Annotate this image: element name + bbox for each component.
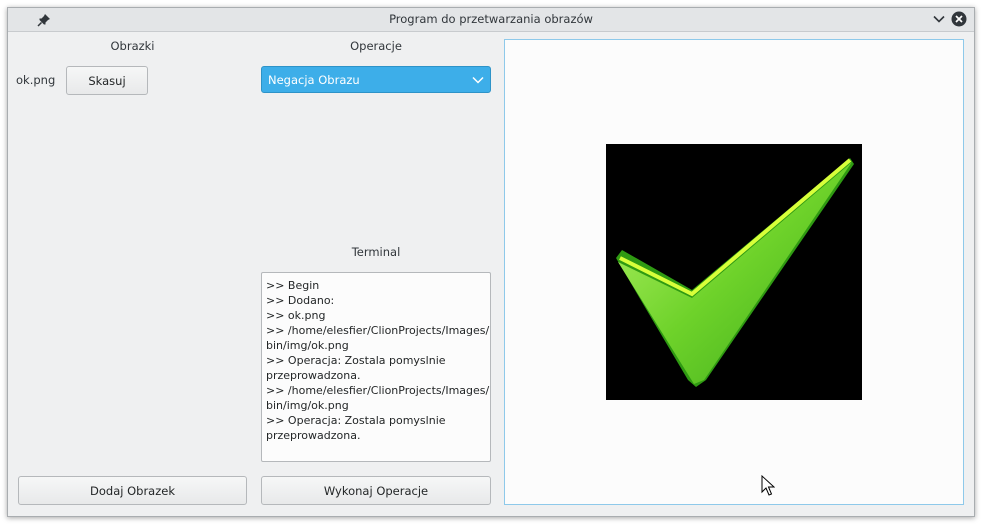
terminal-output[interactable]: >> Begin >> Dodano: >> ok.png >> /home/e… [261,272,491,462]
operations-heading: Operacje [350,39,402,53]
terminal-line: >> ok.png [266,309,326,322]
operation-select-value: Negacja Obrazu [268,73,360,87]
mouse-cursor-icon [761,475,775,496]
terminal-line: >> /home/elesfier/ClionProjects/Images/ [266,384,490,397]
terminal-heading: Terminal [351,245,401,259]
terminal-line: >> Dodano: [266,294,335,307]
terminal-line: >> Operacja: Zostala pomyslnie [266,414,446,427]
delete-image-button[interactable]: Skasuj [66,66,148,95]
operation-select[interactable]: Negacja Obrazu [261,66,491,93]
terminal-line: przeprowadzona. [266,429,361,442]
main-window: Program do przetwarzania obrazów Obrazki… [7,7,975,517]
images-heading: Obrazki [110,39,155,53]
title-bar[interactable]: Program do przetwarzania obrazów [8,8,974,32]
terminal-line: bin/img/ok.png [266,399,349,412]
execute-operation-button[interactable]: Wykonaj Operacje [261,476,491,505]
terminal-line: przeprowadzona. [266,369,361,382]
terminal-line: >> Operacja: Zostala pomyslnie [266,354,446,367]
minimize-icon[interactable] [932,12,946,26]
green-checkmark-icon [616,158,854,387]
terminal-line: bin/img/ok.png [266,339,349,352]
add-image-button[interactable]: Dodaj Obrazek [18,476,247,505]
window-title: Program do przetwarzania obrazów [389,12,593,26]
terminal-line: >> /home/elesfier/ClionProjects/Images/ [266,324,490,337]
image-filename: ok.png [16,73,56,87]
close-icon[interactable] [951,11,967,27]
image-preview[interactable] [504,39,964,505]
chevron-down-icon [472,76,484,84]
preview-image [606,144,862,496]
terminal-line: >> Begin [266,279,320,292]
